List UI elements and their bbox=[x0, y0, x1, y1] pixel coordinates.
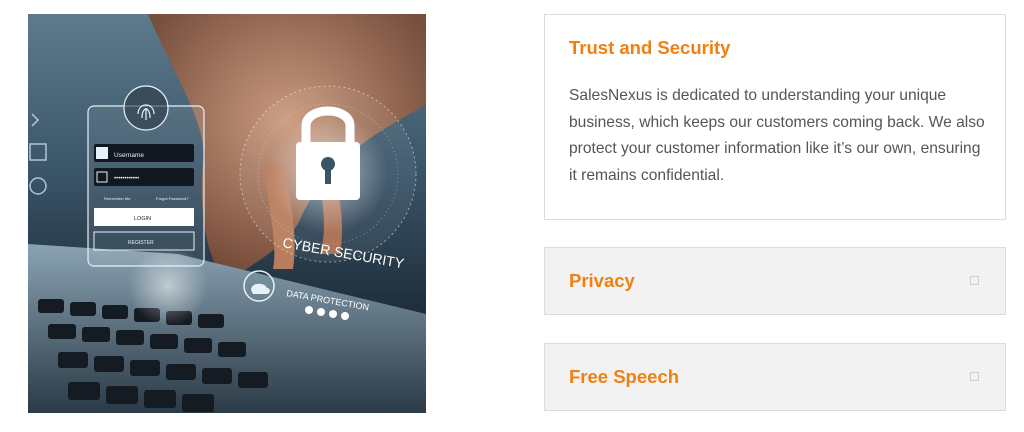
pie-chart-icon bbox=[29, 177, 47, 195]
accordion-title-free-speech[interactable]: Free Speech bbox=[569, 366, 679, 388]
password-mask: •••••••••••• bbox=[114, 176, 139, 182]
cyber-security-hero-image: Username •••••••••••• Remember Me Forgot… bbox=[28, 14, 426, 413]
remember-me-label: Remember Me bbox=[104, 196, 131, 201]
accordion-title-privacy[interactable]: Privacy bbox=[569, 270, 635, 292]
accordion-body-trust-and-security: SalesNexus is dedicated to understanding… bbox=[569, 87, 985, 184]
login-label: LOGIN bbox=[134, 216, 151, 222]
login-panel-graphic: Username •••••••••••• Remember Me Forgot… bbox=[87, 85, 205, 267]
chevron-right-icon bbox=[31, 113, 40, 127]
accordion-item-free-speech[interactable]: Free Speech bbox=[544, 343, 1006, 411]
accordion-item-privacy[interactable]: Privacy bbox=[544, 247, 1006, 315]
accordion-item-trust-and-security: Trust and Security SalesNexus is dedicat… bbox=[544, 14, 1006, 220]
username-field-label: Username bbox=[114, 152, 144, 159]
bar-chart-icon bbox=[29, 143, 47, 161]
hero-illustration: Username •••••••••••• Remember Me Forgot… bbox=[28, 14, 426, 413]
expand-toggle-icon[interactable] bbox=[970, 276, 979, 285]
forgot-password-label: Forgot Password? bbox=[156, 196, 189, 201]
expand-toggle-icon[interactable] bbox=[970, 372, 979, 381]
accordion-title-trust-and-security[interactable]: Trust and Security bbox=[569, 37, 730, 59]
register-label: REGISTER bbox=[128, 240, 154, 246]
user-icon bbox=[96, 147, 108, 159]
